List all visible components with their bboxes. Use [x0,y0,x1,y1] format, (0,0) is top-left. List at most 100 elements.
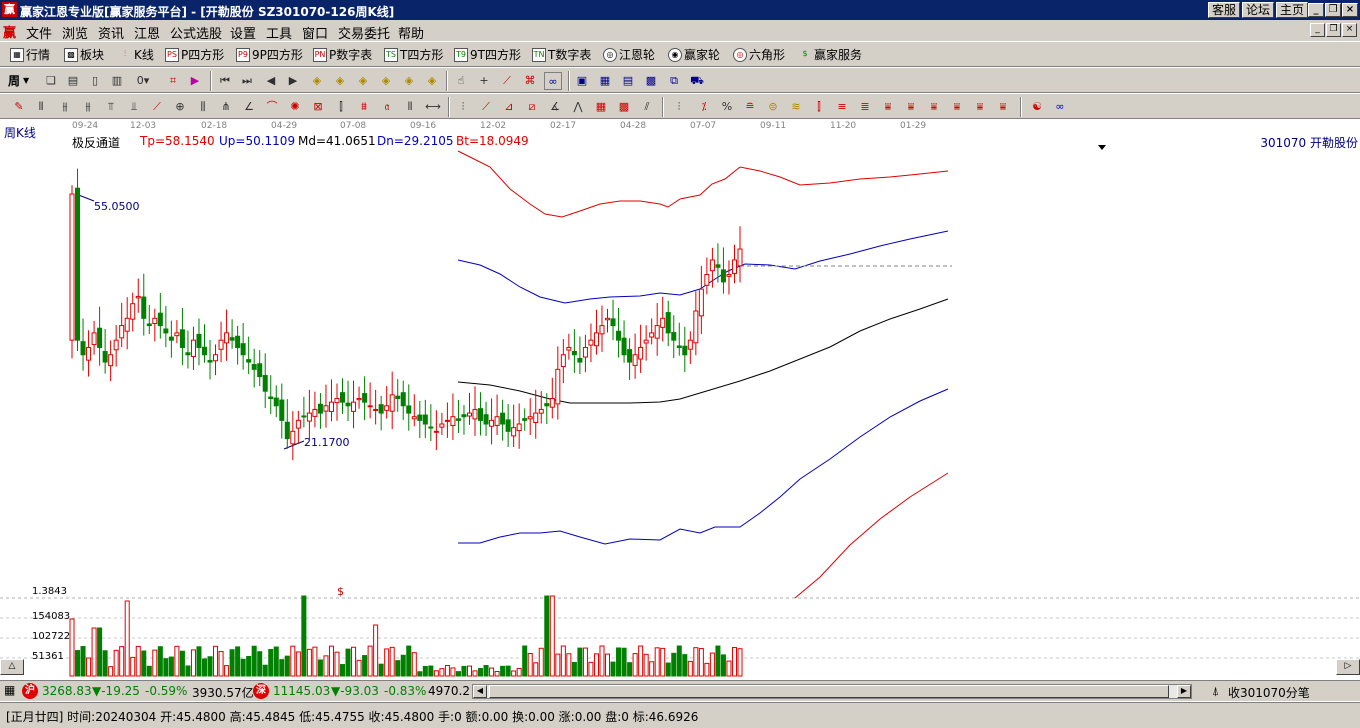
customer-service-link[interactable]: 客服 [1208,2,1241,18]
diamond-3-icon[interactable]: ◈ [354,72,372,90]
menu-window[interactable]: 窗口 [302,23,328,42]
keyboard-icon[interactable]: ▦ [4,683,15,697]
fib-2-icon[interactable]: ⩸ [902,98,920,116]
fib-6-icon[interactable]: ⩸ [994,98,1012,116]
next-icon[interactable]: ▶ [284,72,302,90]
kline-button[interactable]: ⫶ K线 [118,46,154,64]
hand-icon[interactable]: ☝ [452,72,470,90]
mdi-close-icon[interactable]: × [1342,23,1357,37]
fib-icon[interactable]: ⩸ [879,98,897,116]
winner-wheel-button[interactable]: ◉ 赢家轮 [668,46,720,64]
diamond-6-icon[interactable]: ◈ [423,72,441,90]
trend-icon[interactable]: ⟋ [498,72,516,90]
mdi-restore-icon[interactable]: ❐ [1326,23,1341,37]
ruler-icon[interactable]: ⫶ [670,98,688,116]
fib-4-icon[interactable]: ⩸ [948,98,966,116]
menu-formula[interactable]: 公式选股 [170,23,222,42]
text-icon[interactable]: 𝔞 [378,98,396,116]
sz-badge[interactable]: 深 [253,683,269,699]
levels-icon[interactable]: ≘ [741,98,759,116]
menu-file[interactable]: 文件 [26,23,52,42]
yin-yang-icon[interactable]: ☯ [1028,98,1046,116]
flag-icon[interactable]: ▶ [186,72,204,90]
mdi-minimize-icon[interactable]: _ [1310,23,1325,37]
panel-icon[interactable]: ▯ [86,72,104,90]
bar-pattern-icon[interactable]: ⫿ [332,98,350,116]
fib-3-icon[interactable]: ⩸ [925,98,943,116]
copy-icon[interactable]: ❏ [42,72,60,90]
table-icon[interactable]: ▤ [619,72,637,90]
infinity-icon[interactable]: ∞ [1051,98,1069,116]
restore-icon[interactable]: ❐ [1325,3,1341,17]
scroll-right-icon[interactable]: ▶ [1177,685,1191,698]
last-icon[interactable]: ⏭ [238,72,256,90]
p-table-button[interactable]: PN P数字表 [313,46,372,64]
sh-badge[interactable]: 沪 [22,683,38,699]
diamond-4-icon[interactable]: ◈ [377,72,395,90]
status-scrollbar[interactable]: ◀ ▶ [472,684,1192,699]
network-icon[interactable]: ⧉ [665,72,683,90]
levels-2-icon[interactable]: ≡ [833,98,851,116]
spiral-icon[interactable]: ✺ [286,98,304,116]
gann-wheel-button[interactable]: ◎ 江恩轮 [603,46,655,64]
fan-icon[interactable]: ⟋ [148,98,166,116]
chart-area[interactable]: 周K线 09-24 12-03 02-18 04-29 07-08 09-16 12-02 0… [0,119,1360,678]
menu-news[interactable]: 资讯 [98,23,124,42]
truck-icon[interactable]: ⛟ [688,72,706,90]
columns-icon[interactable]: ⫴ [401,98,419,116]
crosshair-icon[interactable]: + [475,72,493,90]
scroll-left-icon[interactable]: ◀ [473,685,487,698]
stack-icon[interactable]: ≋ [787,98,805,116]
grid-box-2-icon[interactable]: ▩ [615,98,633,116]
menu-browse[interactable]: 浏览 [62,23,88,42]
sector-button[interactable]: ▩ 板块 [64,46,104,64]
formula-icon[interactable]: ⌗ [164,72,182,90]
box-diag-icon[interactable]: ⧄ [523,98,541,116]
menu-settings[interactable]: 设置 [230,23,256,42]
zero-dropdown-icon[interactable]: 0▾ [134,72,152,90]
diamond-2-icon[interactable]: ◈ [331,72,349,90]
t-square-button[interactable]: TS T四方形 [384,46,443,64]
lines-icon[interactable]: ⫼ [194,98,212,116]
bars-1-icon[interactable]: ⫴ [32,98,50,116]
chevron-down-icon[interactable] [1098,145,1106,150]
percent-icon[interactable]: % [718,98,736,116]
menu-trade[interactable]: 交易委托 [338,23,390,42]
fib-5-icon[interactable]: ⩸ [971,98,989,116]
bars-4-icon[interactable]: ⫪ [102,98,120,116]
bars-2-icon[interactable]: ⫵ [56,98,74,116]
bars-3-icon[interactable]: ⫵ [79,98,97,116]
scroll-right-icon[interactable]: ▷ [1336,659,1360,675]
9p-square-button[interactable]: P9 9P四方形 [236,46,303,64]
tick-detail-label[interactable]: 收301070分笔 [1228,684,1310,701]
menu-logo-icon[interactable]: 赢 [3,22,19,41]
t-table-button[interactable]: TN T数字表 [532,46,591,64]
range-icon[interactable]: ⟷ [424,98,442,116]
parallel-icon[interactable]: ⫽ [638,98,656,116]
hexagon-button[interactable]: ◎ 六角形 [733,46,785,64]
menu-help[interactable]: 帮助 [398,23,424,42]
percent-line-icon[interactable]: ⁒ [695,98,713,116]
quote-button[interactable]: ▦ 行情 [10,46,50,64]
save-icon[interactable]: ▩ [642,72,660,90]
forum-link[interactable]: 论坛 [1242,2,1275,18]
angle-icon[interactable]: ∠ [240,98,258,116]
close-icon[interactable]: × [1342,3,1358,17]
service-button[interactable]: $ 赢家服务 [798,46,862,64]
levels-3-icon[interactable]: ≣ [856,98,874,116]
prev-icon[interactable]: ◀ [262,72,280,90]
period-label[interactable]: 周K线 [4,124,36,141]
bars-5-icon[interactable]: ⫫ [125,98,143,116]
line-tool-icon[interactable]: ⫶ [454,98,472,116]
document-icon[interactable]: ▤ [64,72,82,90]
minimize-icon[interactable]: _ [1308,3,1324,17]
zigzag-icon[interactable]: ⋀ [569,98,587,116]
diamond-1-icon[interactable]: ◈ [308,72,326,90]
angle-line-icon[interactable]: ∡ [546,98,564,116]
chart-icon[interactable]: ▦ [596,72,614,90]
box-fan-icon[interactable]: ⊿ [500,98,518,116]
gift-icon[interactable]: ⌘ [521,72,539,90]
tick-detail-icon[interactable]: ⍋ [1212,684,1219,699]
dividend-marker[interactable]: $ [337,585,344,598]
grid-box-icon[interactable]: ▦ [592,98,610,116]
